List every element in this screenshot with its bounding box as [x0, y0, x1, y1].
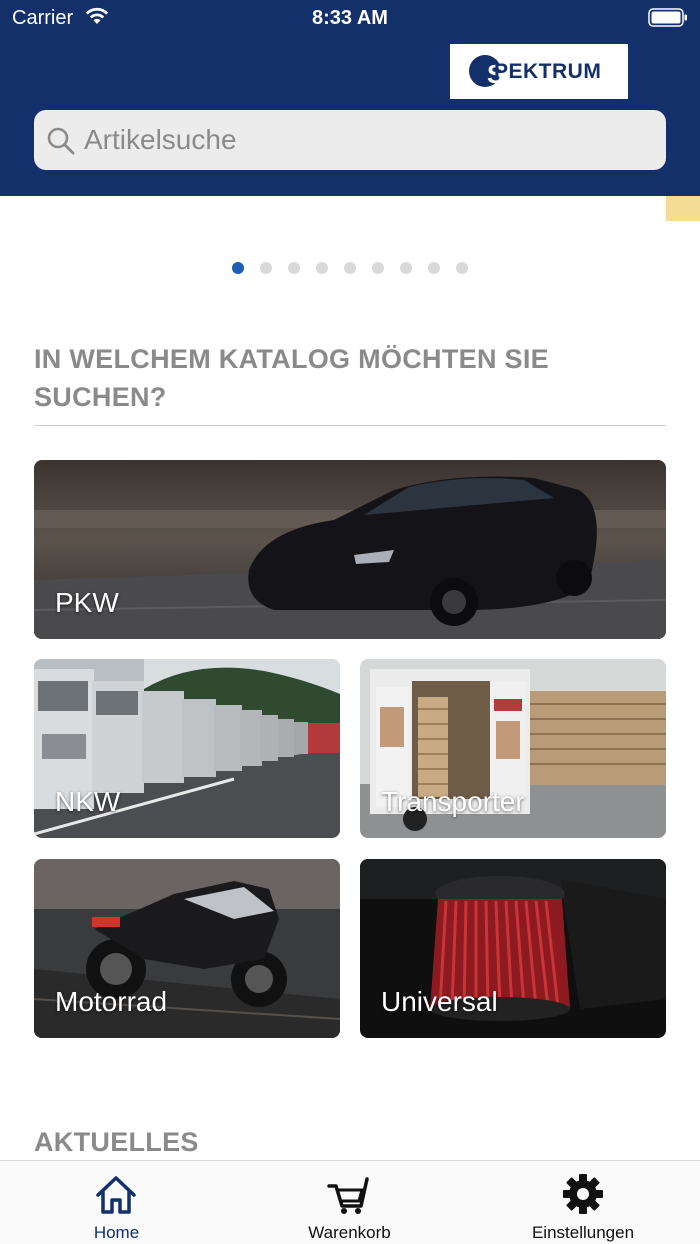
catalog-tile-transporter[interactable]: Transporter	[360, 659, 666, 838]
pager-dot[interactable]	[288, 262, 300, 274]
divider	[34, 425, 666, 426]
catalog-tile-pkw[interactable]: PKW	[34, 460, 666, 639]
catalog-tile-motorrad[interactable]: Motorrad	[34, 859, 340, 1038]
pager-dot[interactable]	[232, 262, 244, 274]
tab-home[interactable]: Home	[0, 1161, 233, 1244]
home-icon	[96, 1176, 136, 1214]
pager-dot[interactable]	[316, 262, 328, 274]
carousel-pager[interactable]	[0, 261, 700, 275]
status-bar: Carrier 8:33 AM	[0, 0, 700, 36]
tab-settings[interactable]: Einstellungen	[466, 1161, 700, 1244]
battery-icon	[648, 8, 687, 27]
app-header: Carrier 8:33 AM S PEKTRUM	[0, 0, 700, 196]
tab-label-home: Home	[93, 1223, 140, 1242]
gear-icon	[563, 1174, 603, 1214]
banner-carousel-edge[interactable]	[666, 196, 700, 221]
pager-dot[interactable]	[400, 262, 412, 274]
tab-bar: Home Warenkorb Einstellungen	[0, 1160, 700, 1244]
clock: 8:33 AM	[312, 7, 388, 29]
logo-text: PEKTRUM	[494, 60, 602, 83]
cart-icon	[327, 1177, 369, 1214]
pager-dot[interactable]	[260, 262, 272, 274]
search-icon	[47, 127, 75, 155]
tab-label-settings: Einstellungen	[531, 1223, 635, 1242]
brand-logo: S PEKTRUM	[450, 44, 628, 99]
tile-label-transporter: Transporter	[381, 786, 525, 817]
pager-dot[interactable]	[372, 262, 384, 274]
tile-label-motorrad: Motorrad	[55, 986, 168, 1017]
tile-label-nkw: NKW	[55, 786, 121, 817]
pager-dot[interactable]	[428, 262, 440, 274]
news-section-title: AKTUELLES	[34, 1127, 199, 1157]
tab-label-cart: Warenkorb	[308, 1223, 391, 1242]
catalog-tile-universal[interactable]: Universal	[360, 859, 666, 1038]
catalog-tile-nkw[interactable]: NKW	[34, 659, 340, 838]
search-input[interactable]	[84, 110, 654, 170]
pager-dot[interactable]	[344, 262, 356, 274]
car-photo	[34, 460, 666, 639]
tile-label-pkw: PKW	[55, 587, 119, 618]
search-bar[interactable]	[34, 110, 666, 170]
catalog-title: IN WELCHEM KATALOG MÖCHTEN SIE SUCHEN?	[34, 344, 549, 412]
tab-cart[interactable]: Warenkorb	[233, 1161, 466, 1244]
tile-label-universal: Universal	[381, 986, 498, 1017]
pager-dot[interactable]	[456, 262, 468, 274]
